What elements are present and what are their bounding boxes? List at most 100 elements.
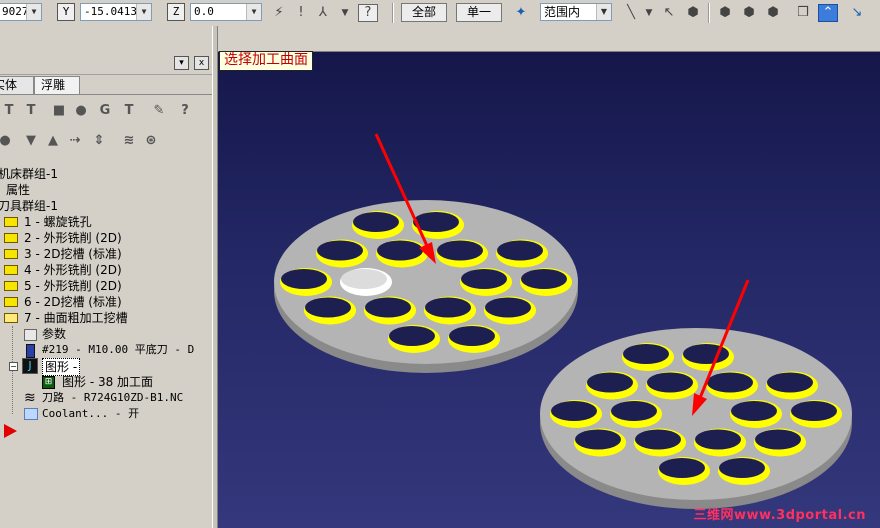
select-all-ops-icon[interactable]: T bbox=[0, 102, 18, 120]
move-up-icon[interactable]: ▲ bbox=[44, 132, 62, 150]
folder-icon bbox=[4, 249, 18, 259]
pointer-select-icon[interactable]: ↖ bbox=[660, 4, 678, 22]
selection-star-icon[interactable]: ✦ bbox=[512, 4, 530, 22]
insert-arrow-marker-icon[interactable] bbox=[4, 424, 17, 438]
selection-mode-value: 范围内 bbox=[544, 5, 581, 19]
edge-select-icon[interactable]: ⬢ bbox=[764, 4, 782, 22]
face-select-icon[interactable]: ⬢ bbox=[716, 4, 734, 22]
x-dropdown-icon[interactable]: ▼ bbox=[26, 4, 41, 20]
regenerate-icon[interactable]: ■ bbox=[50, 102, 68, 120]
toolpath-display-icon[interactable]: ≋ bbox=[120, 132, 138, 150]
tree-op-5[interactable]: 5 - 外形铣削 (2D) bbox=[24, 278, 122, 294]
move-down-icon[interactable]: ▼ bbox=[22, 132, 40, 150]
folder-icon bbox=[4, 281, 18, 291]
panel-collapse-button[interactable]: ▾ bbox=[174, 56, 189, 70]
tree-tool[interactable]: #219 - M10.00 平底刀 - D bbox=[42, 342, 194, 358]
pocket-hole-opening bbox=[575, 429, 621, 450]
tree-params[interactable]: 参数 bbox=[42, 326, 66, 342]
folder-icon bbox=[4, 217, 18, 227]
help-icon[interactable]: ? bbox=[358, 4, 378, 22]
body-select-icon[interactable]: ⬢ bbox=[740, 4, 758, 22]
viewport-header bbox=[218, 26, 880, 52]
confirm-up-icon[interactable]: ⌃ bbox=[818, 4, 838, 22]
geometry-sub-icon: ⊞ bbox=[42, 376, 55, 389]
z-coordinate-value: 0.0 bbox=[194, 5, 214, 18]
pocket-hole-opening bbox=[647, 372, 693, 393]
y-dropdown-icon[interactable]: ▼ bbox=[136, 4, 151, 20]
pocket-hole-opening bbox=[623, 344, 669, 364]
regenerate-dirty-icon[interactable]: ● bbox=[72, 102, 90, 120]
pocket-hole-opening bbox=[365, 297, 411, 318]
pocket-hole-opening bbox=[281, 269, 327, 289]
part-right[interactable] bbox=[540, 328, 852, 509]
tab-solids[interactable]: 实体 bbox=[0, 76, 34, 94]
post-icon[interactable]: ✎ bbox=[150, 102, 168, 120]
selection-mode-select[interactable]: 范围内 ▼ bbox=[540, 3, 612, 21]
ops-help-icon[interactable]: ? bbox=[176, 102, 194, 120]
geometry-icon: J bbox=[22, 358, 38, 374]
tree-op-1[interactable]: 1 - 螺旋铣孔 bbox=[24, 214, 92, 230]
pocket-hole-opening bbox=[353, 212, 399, 232]
tree-coolant[interactable]: Coolant... - 开 bbox=[42, 406, 139, 422]
tree-op-6[interactable]: 6 - 2D挖槽 (标准) bbox=[24, 294, 122, 310]
toolpath-icon: ≋ bbox=[24, 390, 36, 406]
tree-op-7[interactable]: 7 - 曲面粗加工挖槽 bbox=[24, 310, 128, 326]
lock-icon[interactable]: ● bbox=[0, 132, 14, 150]
tree-op-4[interactable]: 4 - 外形铣削 (2D) bbox=[24, 262, 122, 278]
params-icon bbox=[24, 329, 37, 341]
operation-toolbar-2: ● ▼ ▲ ⇢ ⇕ ≋ ⊛ bbox=[0, 128, 214, 154]
verify-icon[interactable]: T bbox=[120, 102, 138, 120]
tree-op-3[interactable]: 3 - 2D挖槽 (标准) bbox=[24, 246, 122, 262]
select-all-button[interactable]: 全部 bbox=[401, 3, 447, 22]
select-dirty-ops-icon[interactable]: T bbox=[22, 102, 40, 120]
end-selection-icon[interactable]: ↘ bbox=[848, 4, 866, 22]
tree-geometry-sub[interactable]: 图形 - 38 加工面 bbox=[62, 374, 153, 390]
panel-close-button[interactable]: x bbox=[194, 56, 209, 70]
model-scene bbox=[274, 133, 852, 509]
coordinate-toolbar: 9027 ▼ Y -15.04133 ▼ Z 0.0 ▼ ⚡ ! ⅄ ▼ ? 全… bbox=[0, 0, 880, 27]
line-select-icon[interactable]: ╲ bbox=[622, 4, 640, 22]
cube-view-icon[interactable]: ❒ bbox=[794, 4, 812, 22]
select-single-button[interactable]: 单一 bbox=[456, 3, 502, 22]
pocket-hole-opening bbox=[707, 372, 753, 393]
hide-icon[interactable]: ⊛ bbox=[142, 132, 160, 150]
y-coordinate-value: -15.04133 bbox=[84, 5, 144, 18]
tree-toolpath[interactable]: 刀路 - R724G10ZD-B1.NC bbox=[42, 390, 183, 406]
coolant-icon bbox=[24, 408, 38, 420]
fast-point-icon[interactable]: ⚡ bbox=[270, 4, 288, 22]
axis-snap-icon[interactable]: ⅄ bbox=[314, 4, 332, 22]
pocket-hole-opening bbox=[791, 401, 837, 421]
pocket-hole-opening bbox=[635, 429, 681, 450]
pocket-hole-opening bbox=[587, 372, 633, 393]
tree-toolpath-group[interactable]: 刀具群组-1 bbox=[0, 198, 58, 214]
solid-select-icon[interactable]: ⬢ bbox=[684, 4, 702, 22]
tree-properties[interactable]: 属性 bbox=[6, 182, 30, 198]
scroll-icon[interactable]: ⇕ bbox=[90, 132, 108, 150]
tree-op-2[interactable]: 2 - 外形铣削 (2D) bbox=[24, 230, 122, 246]
z-coordinate-input[interactable]: 0.0 ▼ bbox=[190, 3, 262, 21]
insert-arrow-icon[interactable]: ⇢ bbox=[66, 132, 84, 150]
tab-divider bbox=[0, 94, 212, 95]
toolbar-separator bbox=[392, 3, 394, 23]
backplot-icon[interactable]: G bbox=[96, 102, 114, 120]
z-dropdown-icon[interactable]: ▼ bbox=[246, 4, 261, 20]
tree-machine-group[interactable]: 机床群组-1 bbox=[0, 166, 58, 182]
autocursor-icon[interactable]: ! bbox=[292, 4, 310, 22]
y-coordinate-input[interactable]: -15.04133 ▼ bbox=[80, 3, 152, 21]
part-left[interactable] bbox=[274, 200, 578, 373]
pocket-hole-opening bbox=[719, 458, 765, 478]
folder-icon bbox=[4, 233, 18, 243]
pocket-hole-opening bbox=[551, 401, 597, 421]
x-coordinate-input[interactable]: 9027 ▼ bbox=[0, 3, 42, 21]
tab-relief[interactable]: 浮雕 bbox=[34, 76, 80, 94]
snap-dropdown-icon[interactable]: ▼ bbox=[336, 4, 354, 22]
line-select-dropdown-icon[interactable]: ▼ bbox=[640, 4, 658, 22]
graphics-viewport[interactable]: 三维网www.3dportal.cn bbox=[218, 52, 880, 528]
selection-mode-dropdown-icon[interactable]: ▼ bbox=[596, 4, 611, 20]
z-lock-button[interactable]: Z bbox=[167, 3, 185, 21]
pocket-hole-opening bbox=[461, 269, 507, 289]
open-folder-icon bbox=[4, 313, 18, 323]
tree-expand-icon[interactable]: − bbox=[9, 362, 18, 371]
y-lock-button[interactable]: Y bbox=[57, 3, 75, 21]
pocket-hole-opening bbox=[731, 401, 777, 421]
